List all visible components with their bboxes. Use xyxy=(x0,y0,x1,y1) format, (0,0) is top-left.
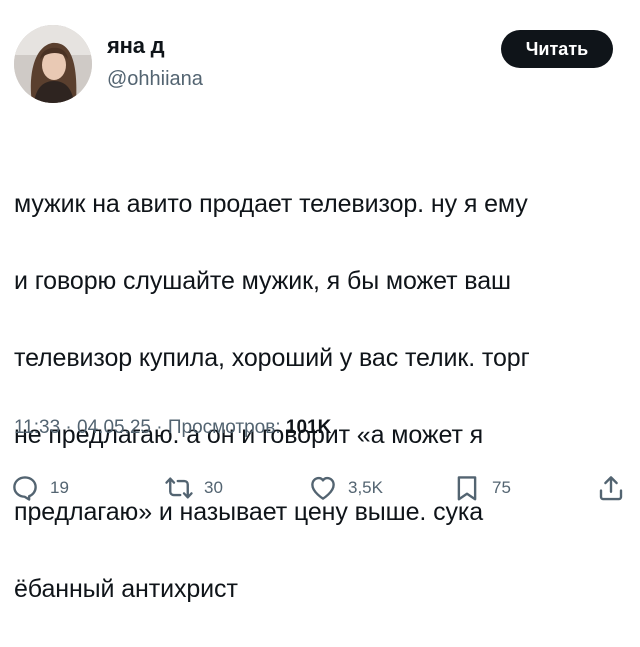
tweet-text-line: ёбанный антихрист xyxy=(14,574,238,603)
repost-count: 30 xyxy=(204,478,223,497)
meta-separator: · xyxy=(60,417,78,438)
tweet-header: яна д @ohhiiana Читать xyxy=(0,0,640,120)
author-name[interactable]: яна д xyxy=(107,33,165,59)
action-bar: 19 30 3,5K 75 xyxy=(0,470,640,506)
tweet-meta: 11:33 · 04.05.25 · Просмотров: 101K xyxy=(14,417,331,439)
reply-button[interactable]: 19 xyxy=(10,470,69,506)
tweet-text: мужик на авито продает телевизор. ну я е… xyxy=(14,146,626,647)
repost-icon xyxy=(165,477,193,499)
tweet-date[interactable]: 04.05.25 xyxy=(77,417,151,438)
share-button[interactable] xyxy=(596,470,626,506)
heart-icon xyxy=(311,476,335,500)
repost-button[interactable]: 30 xyxy=(164,470,223,506)
meta-separator: · xyxy=(151,417,168,438)
share-icon xyxy=(599,476,623,501)
tweet-time[interactable]: 11:33 xyxy=(14,417,60,438)
views-count: 101K xyxy=(285,417,332,438)
bookmark-button[interactable]: 75 xyxy=(452,470,511,506)
tweet-text-line: мужик на авито продает телевизор. ну я е… xyxy=(14,189,528,218)
bookmark-icon xyxy=(457,476,477,501)
avatar[interactable] xyxy=(14,25,92,103)
bookmark-count: 75 xyxy=(492,478,511,497)
author-handle[interactable]: @ohhiiana xyxy=(107,68,203,91)
follow-button[interactable]: Читать xyxy=(501,30,613,68)
like-button[interactable]: 3,5K xyxy=(308,470,383,506)
reply-icon xyxy=(13,476,37,501)
tweet-text-line: и говорю слушайте мужик, я бы может ваш xyxy=(14,266,511,295)
views-label: Просмотров: xyxy=(167,417,281,438)
like-count: 3,5K xyxy=(348,478,383,497)
tweet-text-line: телевизор купила, хороший у вас телик. т… xyxy=(14,343,530,372)
reply-count: 19 xyxy=(50,478,69,497)
avatar-image xyxy=(14,25,92,103)
